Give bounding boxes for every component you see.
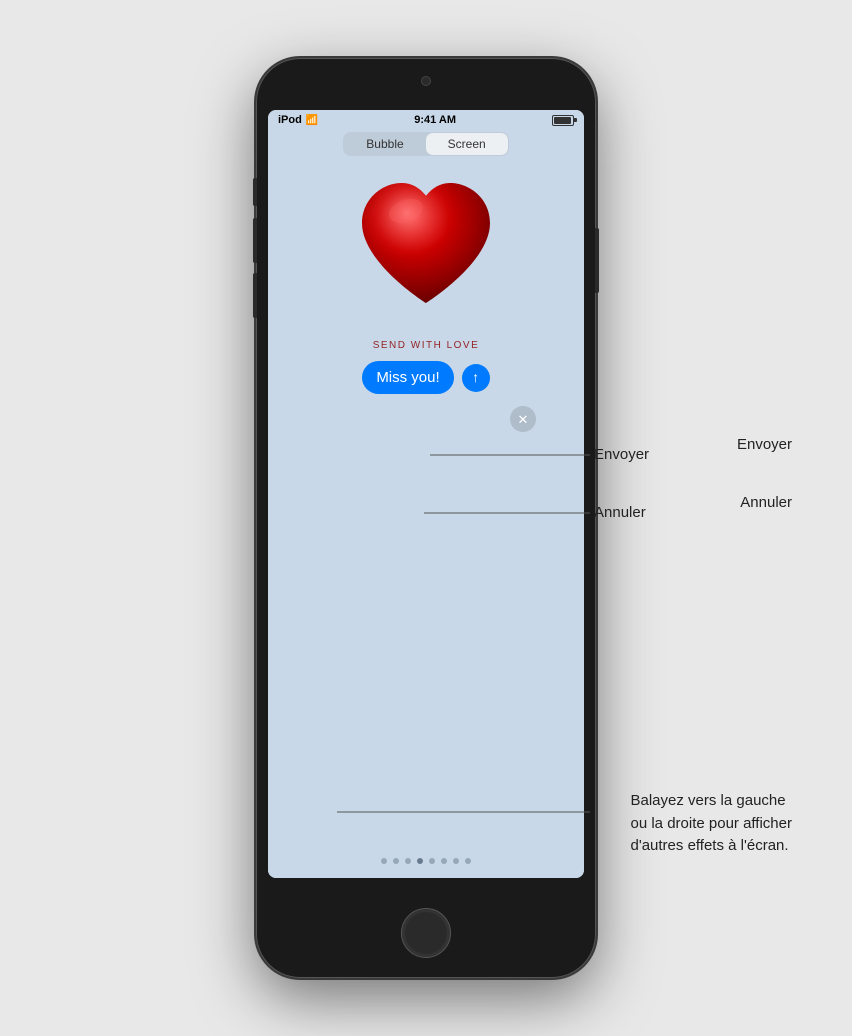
dot-2 bbox=[393, 858, 399, 864]
dot-8 bbox=[465, 858, 471, 864]
page-indicators bbox=[381, 858, 471, 878]
heart-animation bbox=[346, 172, 506, 332]
status-right bbox=[552, 115, 574, 126]
battery-icon bbox=[552, 115, 574, 126]
status-bar: iPod 📶 9:41 AM bbox=[268, 110, 584, 128]
cancel-x-icon: ✕ bbox=[518, 413, 529, 426]
bubble-row: Miss you! ↑ bbox=[342, 361, 509, 394]
screen: iPod 📶 9:41 AM Bubble Screen bbox=[268, 110, 584, 878]
dot-5 bbox=[429, 858, 435, 864]
dot-3 bbox=[405, 858, 411, 864]
dot-1 bbox=[381, 858, 387, 864]
tabs: Bubble Screen bbox=[343, 132, 508, 156]
sleep-wake-button[interactable] bbox=[595, 228, 599, 293]
ipod-device: iPod 📶 9:41 AM Bubble Screen bbox=[256, 58, 596, 978]
send-button[interactable]: ↑ bbox=[462, 364, 490, 392]
carrier-label: iPod bbox=[278, 114, 302, 126]
mute-button[interactable] bbox=[253, 178, 257, 206]
cancel-annotation: Annuler bbox=[594, 504, 646, 521]
cancel-row: ✕ bbox=[268, 406, 584, 432]
status-left: iPod 📶 bbox=[278, 114, 318, 126]
heart-svg bbox=[346, 172, 506, 322]
cancel-button[interactable]: ✕ bbox=[510, 406, 536, 432]
volume-down-button[interactable] bbox=[253, 273, 257, 318]
volume-up-button[interactable] bbox=[253, 218, 257, 263]
send-with-love-label: SEND WITH LOVE bbox=[373, 340, 480, 351]
send-annotation: Envoyer bbox=[594, 446, 649, 463]
tabs-container: Bubble Screen bbox=[268, 128, 584, 162]
envoyer-label: Envoyer bbox=[737, 436, 792, 453]
dot-4-active bbox=[417, 858, 423, 864]
message-bubble: Miss you! bbox=[362, 361, 453, 394]
wifi-icon: 📶 bbox=[306, 115, 318, 126]
tab-bubble[interactable]: Bubble bbox=[344, 133, 425, 155]
tab-screen[interactable]: Screen bbox=[426, 133, 508, 155]
dot-6 bbox=[441, 858, 447, 864]
status-time: 9:41 AM bbox=[414, 114, 456, 126]
dot-7 bbox=[453, 858, 459, 864]
send-arrow-icon: ↑ bbox=[472, 370, 479, 384]
swipe-label: Balayez vers la gaucheou la droite pour … bbox=[631, 790, 793, 858]
home-button[interactable] bbox=[401, 908, 451, 958]
annuler-label: Annuler bbox=[740, 494, 792, 511]
front-camera bbox=[421, 76, 431, 86]
animation-area: SEND WITH LOVE Miss you! ↑ ✕ bbox=[268, 162, 584, 878]
